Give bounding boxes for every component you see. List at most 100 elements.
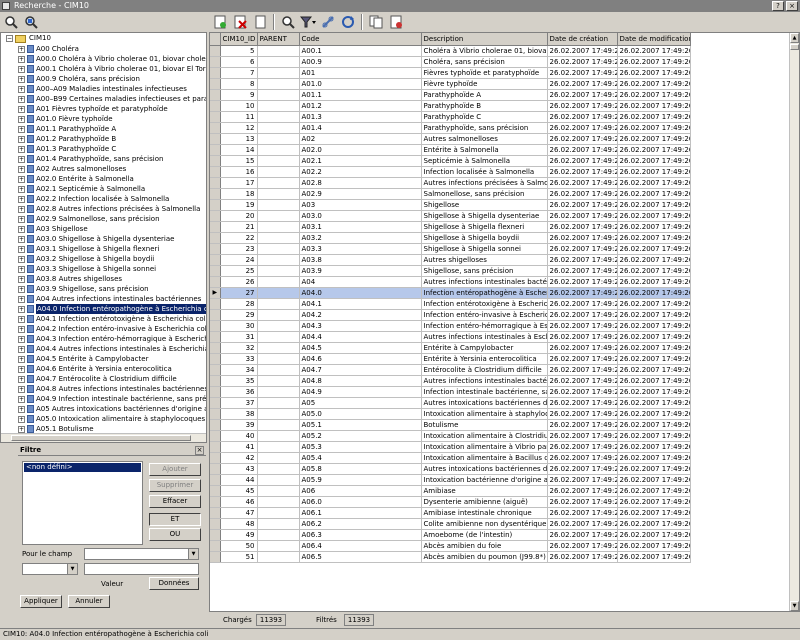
cell-code[interactable]: A02.1 bbox=[299, 155, 422, 167]
cell-description[interactable]: Intoxication alimentaire à Bacillus cere… bbox=[421, 452, 548, 464]
cell-created[interactable]: 26.02.2007 17:49:26 bbox=[547, 265, 618, 277]
cell-modified[interactable]: 26.02.2007 17:49:26 bbox=[617, 540, 691, 552]
cell-code[interactable]: A04.2 bbox=[299, 309, 422, 321]
cell-parent[interactable] bbox=[257, 309, 300, 321]
cell-parent[interactable] bbox=[257, 452, 300, 464]
cell-description[interactable]: Fièvre typhoïde bbox=[421, 78, 548, 90]
cell-description[interactable]: Choléra, sans précision bbox=[421, 56, 548, 68]
row-indicator[interactable] bbox=[210, 408, 221, 420]
records-grid[interactable]: CIM10_ID PARENT Code Description Date de… bbox=[209, 32, 800, 612]
cell-code[interactable]: A06.1 bbox=[299, 507, 422, 519]
expand-icon[interactable]: + bbox=[18, 366, 25, 373]
cell-modified[interactable]: 26.02.2007 17:49:26 bbox=[617, 67, 691, 79]
table-row[interactable]: 43 A05.8 Autres intoxications bactériennes… bbox=[210, 463, 691, 475]
tree-item[interactable]: + A00–B99 Certaines maladies infectieuses… bbox=[1, 94, 206, 104]
cell-id[interactable]: 20 bbox=[220, 210, 258, 222]
cell-modified[interactable]: 26.02.2007 17:49:26 bbox=[617, 144, 691, 156]
cell-created[interactable]: 26.02.2007 17:49:26 bbox=[547, 199, 618, 211]
current-row-indicator-icon[interactable]: ▶ bbox=[210, 287, 221, 299]
cell-description[interactable]: Salmonellose, sans précision bbox=[421, 188, 548, 200]
cell-code[interactable]: A01.4 bbox=[299, 122, 422, 134]
search-icon[interactable] bbox=[2, 13, 20, 31]
cell-description[interactable]: Amibiase intestinale chronique bbox=[421, 507, 548, 519]
cell-id[interactable]: 26 bbox=[220, 276, 258, 288]
row-indicator[interactable] bbox=[210, 78, 221, 90]
cell-id[interactable]: 12 bbox=[220, 122, 258, 134]
tree-item[interactable]: + A03.1 Shigellose à Shigella flexneri bbox=[1, 244, 206, 254]
table-row[interactable]: 51 A06.5 Abcès amibien du poumon (J99.8*) 2… bbox=[210, 551, 691, 563]
cell-created[interactable]: 26.02.2007 17:49:26 bbox=[547, 353, 618, 365]
cell-code[interactable]: A06.4 bbox=[299, 540, 422, 552]
tree-item[interactable]: + A04.2 Infection entéro-invasive à Esche… bbox=[1, 324, 206, 334]
scroll-thumb[interactable] bbox=[790, 44, 799, 50]
cell-description[interactable]: Colite amibienne non dysentérique bbox=[421, 518, 548, 530]
new-record-icon[interactable] bbox=[211, 13, 229, 31]
cell-created[interactable]: 26.02.2007 17:49:26 bbox=[547, 320, 618, 332]
chevron-down-icon[interactable]: ▼ bbox=[67, 564, 77, 574]
cell-parent[interactable] bbox=[257, 89, 300, 101]
table-row[interactable]: 7 A01 Fièvres typhoïde et paratyphoïde 26.0… bbox=[210, 67, 691, 79]
row-indicator[interactable] bbox=[210, 155, 221, 167]
cell-modified[interactable]: 26.02.2007 17:49:26 bbox=[617, 298, 691, 310]
tree-item[interactable]: + A04.7 Entérocolite à Clostridium diffic… bbox=[1, 374, 206, 384]
expand-icon[interactable]: + bbox=[18, 346, 25, 353]
cell-created[interactable]: 26.02.2007 17:49:26 bbox=[547, 89, 618, 101]
filter-dropdown-icon[interactable] bbox=[299, 13, 317, 31]
expand-icon[interactable]: + bbox=[18, 136, 25, 143]
chevron-down-icon[interactable]: ▼ bbox=[188, 549, 198, 559]
cell-code[interactable]: A04.5 bbox=[299, 342, 422, 354]
cell-parent[interactable] bbox=[257, 419, 300, 431]
scroll-up-icon[interactable]: ▲ bbox=[790, 33, 799, 43]
cell-code[interactable]: A02.0 bbox=[299, 144, 422, 156]
expand-icon[interactable]: + bbox=[18, 246, 25, 253]
cell-id[interactable]: 45 bbox=[220, 485, 258, 497]
table-row[interactable]: 40 A05.2 Intoxication alimentaire à Clostr… bbox=[210, 430, 691, 442]
column-header-description[interactable]: Description bbox=[421, 33, 548, 46]
row-indicator[interactable] bbox=[210, 243, 221, 255]
cell-created[interactable]: 26.02.2007 17:49:26 bbox=[547, 221, 618, 233]
cell-id[interactable]: 46 bbox=[220, 496, 258, 508]
cell-modified[interactable]: 26.02.2007 17:49:26 bbox=[617, 452, 691, 464]
cell-created[interactable]: 26.02.2007 17:49:26 bbox=[547, 507, 618, 519]
cell-id[interactable]: 40 bbox=[220, 430, 258, 442]
search-filter-icon[interactable] bbox=[22, 13, 40, 31]
expand-icon[interactable]: + bbox=[18, 266, 25, 273]
expand-icon[interactable]: + bbox=[18, 176, 25, 183]
cell-description[interactable]: Infection localisée à Salmonella bbox=[421, 166, 548, 178]
table-row[interactable]: 25 A03.9 Shigellose, sans précision 26.02.2… bbox=[210, 265, 691, 277]
table-row[interactable]: 20 A03.0 Shigellose à Shigella dysenteriae… bbox=[210, 210, 691, 222]
cell-created[interactable]: 26.02.2007 17:49:26 bbox=[547, 386, 618, 398]
cell-created[interactable]: 26.02.2007 17:49:26 bbox=[547, 67, 618, 79]
cell-code[interactable]: A03.9 bbox=[299, 265, 422, 277]
tree-item[interactable]: + A00.9 Choléra, sans précision bbox=[1, 74, 206, 84]
cell-description[interactable]: Autres shigelloses bbox=[421, 254, 548, 266]
cell-code[interactable]: A05.1 bbox=[299, 419, 422, 431]
cell-description[interactable]: Fièvres typhoïde et paratyphoïde bbox=[421, 67, 548, 79]
tree-item[interactable]: + A03.9 Shigellose, sans précision bbox=[1, 284, 206, 294]
cell-description[interactable]: Intoxication alimentaire à staphylocoque… bbox=[421, 408, 548, 420]
cell-modified[interactable]: 26.02.2007 17:49:26 bbox=[617, 100, 691, 112]
cell-created[interactable]: 26.02.2007 17:49:26 bbox=[547, 177, 618, 189]
cell-description[interactable]: Infection entéropathogène à Escherichia bbox=[421, 287, 548, 299]
cell-parent[interactable] bbox=[257, 78, 300, 90]
table-row[interactable]: 13 A02 Autres salmonelloses 26.02.2007 17:4… bbox=[210, 133, 691, 145]
cell-modified[interactable]: 26.02.2007 17:49:26 bbox=[617, 111, 691, 123]
cell-modified[interactable]: 26.02.2007 17:49:26 bbox=[617, 353, 691, 365]
row-indicator[interactable] bbox=[210, 221, 221, 233]
expand-icon[interactable]: + bbox=[18, 226, 25, 233]
cell-created[interactable]: 26.02.2007 17:49:26 bbox=[547, 551, 618, 563]
expand-icon[interactable]: + bbox=[18, 96, 25, 103]
cell-parent[interactable] bbox=[257, 254, 300, 266]
expand-icon[interactable]: + bbox=[18, 296, 25, 303]
cell-created[interactable]: 26.02.2007 17:49:26 bbox=[547, 298, 618, 310]
cell-parent[interactable] bbox=[257, 386, 300, 398]
cell-parent[interactable] bbox=[257, 540, 300, 552]
cell-created[interactable]: 26.02.2007 17:49:26 bbox=[547, 452, 618, 464]
cell-description[interactable]: Intoxication bactérienne d'origine alime… bbox=[421, 474, 548, 486]
cell-code[interactable]: A06.2 bbox=[299, 518, 422, 530]
tree-item[interactable]: + A00.0 Choléra à Vibrio cholerae 01, bio… bbox=[1, 54, 206, 64]
row-indicator[interactable] bbox=[210, 122, 221, 134]
cell-modified[interactable]: 26.02.2007 17:49:26 bbox=[617, 254, 691, 266]
cell-modified[interactable]: 26.02.2007 17:49:26 bbox=[617, 496, 691, 508]
cell-code[interactable]: A02.9 bbox=[299, 188, 422, 200]
